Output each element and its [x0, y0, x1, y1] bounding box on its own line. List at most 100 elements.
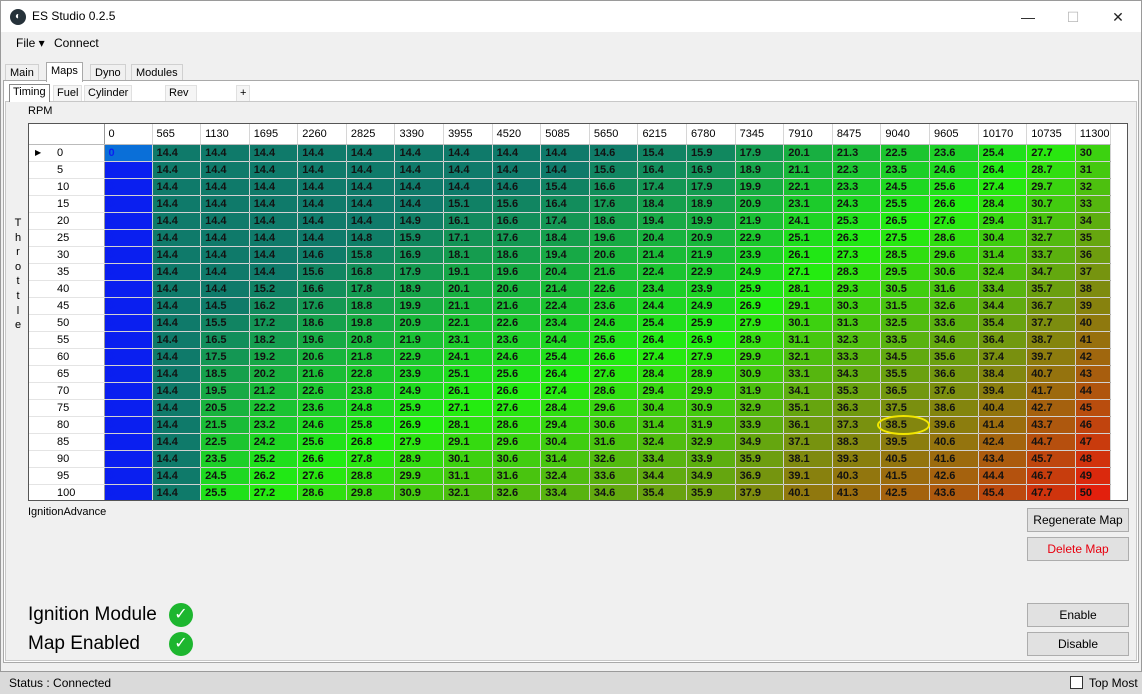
map-cell[interactable]: 30.6: [492, 450, 542, 468]
map-cell[interactable]: 32.7: [1026, 229, 1076, 247]
map-cell[interactable]: 21.6: [492, 297, 542, 315]
map-cell[interactable]: 37.3: [832, 416, 882, 434]
map-cell[interactable]: 15.4: [637, 144, 688, 162]
map-cell[interactable]: 19.5: [200, 382, 250, 400]
map-cell[interactable]: 29.3: [832, 280, 882, 298]
map-cell[interactable]: 21.9: [735, 212, 785, 230]
map-cell[interactable]: 24.1: [443, 348, 493, 366]
tab-dyno[interactable]: Dyno: [90, 64, 126, 81]
map-cell[interactable]: 19.6: [589, 229, 639, 247]
map-cell[interactable]: 19.9: [686, 212, 736, 230]
map-cell[interactable]: 34.7: [1026, 263, 1076, 281]
map-cell[interactable]: 21.6: [589, 263, 639, 281]
map-cell[interactable]: 30.3: [832, 297, 882, 315]
map-cell[interactable]: 14.4: [152, 365, 202, 383]
map-cell[interactable]: 33.7: [1026, 246, 1076, 264]
map-cell[interactable]: 20.6: [492, 280, 542, 298]
map-cell[interactable]: 25.9: [735, 280, 785, 298]
map-cell[interactable]: 23.9: [686, 280, 736, 298]
map-cell[interactable]: 41: [1075, 331, 1111, 349]
map-cell[interactable]: 21.8: [346, 348, 396, 366]
rpm-header-cell[interactable]: 5085: [540, 124, 590, 145]
map-cell[interactable]: 14.4: [200, 178, 250, 196]
map-cell[interactable]: 14.4: [297, 212, 347, 230]
minimize-button[interactable]: —: [1016, 7, 1040, 27]
map-cell[interactable]: 30.4: [540, 433, 590, 451]
map-cell[interactable]: 14.4: [394, 144, 445, 162]
map-cell[interactable]: 34.4: [978, 297, 1028, 315]
map-cell[interactable]: 0: [104, 433, 153, 451]
tab-maps[interactable]: Maps: [46, 62, 83, 82]
map-cell[interactable]: 33.3: [832, 348, 882, 366]
map-cell[interactable]: 33.4: [540, 484, 590, 500]
map-cell[interactable]: 25.1: [443, 365, 493, 383]
map-cell[interactable]: 17.6: [492, 229, 542, 247]
map-cell[interactable]: 14.9: [394, 212, 445, 230]
map-cell[interactable]: 30.6: [589, 416, 639, 434]
map-cell[interactable]: 46.7: [1026, 467, 1076, 485]
map-cell[interactable]: 14.4: [394, 195, 445, 213]
map-cell[interactable]: 48: [1075, 450, 1111, 468]
map-cell[interactable]: 29.4: [637, 382, 688, 400]
map-cell[interactable]: 21.9: [686, 246, 736, 264]
map-cell[interactable]: 41.4: [978, 416, 1028, 434]
map-cell[interactable]: 36.4: [978, 331, 1028, 349]
map-cell[interactable]: 28.1: [443, 416, 493, 434]
map-cell[interactable]: 14.4: [152, 348, 202, 366]
map-cell[interactable]: 18.4: [637, 195, 688, 213]
map-cell[interactable]: 15.4: [540, 178, 590, 196]
map-cell[interactable]: 0: [104, 365, 153, 383]
map-cell[interactable]: 18.6: [589, 212, 639, 230]
map-cell[interactable]: 39.1: [783, 467, 833, 485]
map-cell[interactable]: 14.4: [152, 246, 202, 264]
map-cell[interactable]: 32.9: [686, 433, 736, 451]
map-cell[interactable]: 27.3: [832, 246, 882, 264]
map-cell[interactable]: 37.4: [978, 348, 1028, 366]
map-cell[interactable]: 14.4: [200, 246, 250, 264]
map-cell[interactable]: 49: [1075, 467, 1111, 485]
map-cell[interactable]: 39.6: [929, 416, 979, 434]
map-cell[interactable]: 26.8: [346, 433, 396, 451]
map-cell[interactable]: 28.6: [492, 416, 542, 434]
throttle-header-cell[interactable]: 20: [29, 212, 105, 230]
map-cell[interactable]: 14.4: [249, 246, 299, 264]
map-cell[interactable]: 14.4: [297, 144, 347, 162]
map-cell[interactable]: 41.5: [880, 467, 930, 485]
map-cell[interactable]: 32.4: [637, 433, 688, 451]
map-cell[interactable]: 26.1: [783, 246, 833, 264]
map-cell[interactable]: 26.9: [394, 416, 445, 434]
map-cell[interactable]: 14.4: [200, 144, 250, 162]
map-cell[interactable]: 33.6: [589, 467, 639, 485]
map-cell[interactable]: 32.6: [492, 484, 542, 500]
rpm-header-cell[interactable]: 2260: [297, 124, 347, 145]
map-cell[interactable]: 20.4: [540, 263, 590, 281]
map-cell[interactable]: 25.9: [686, 314, 736, 332]
map-cell[interactable]: 35.7: [1026, 280, 1076, 298]
map-cell[interactable]: 14.4: [152, 212, 202, 230]
map-cell[interactable]: 39.7: [1026, 348, 1076, 366]
map-cell[interactable]: 32.3: [832, 331, 882, 349]
subtab-rev-by-gear[interactable]: Rev by Gear: [165, 85, 198, 129]
map-cell[interactable]: 32.5: [880, 314, 930, 332]
map-cell[interactable]: 21.6: [297, 365, 347, 383]
map-cell[interactable]: 14.4: [394, 178, 445, 196]
map-cell[interactable]: 36.1: [783, 416, 833, 434]
map-cell[interactable]: 25.5: [200, 484, 250, 500]
map-cell[interactable]: 32.4: [978, 263, 1028, 281]
map-cell[interactable]: 42.4: [978, 433, 1028, 451]
maximize-button[interactable]: ☐: [1061, 7, 1085, 27]
map-cell[interactable]: 21.3: [832, 144, 882, 162]
map-cell[interactable]: 31.1: [443, 467, 493, 485]
map-cell[interactable]: 26.4: [978, 161, 1028, 179]
map-cell[interactable]: 38.1: [783, 450, 833, 468]
map-cell[interactable]: 18.6: [297, 314, 347, 332]
map-cell[interactable]: 17.1: [443, 229, 493, 247]
map-cell[interactable]: 45.7: [1026, 450, 1076, 468]
map-cell[interactable]: 31.4: [540, 450, 590, 468]
map-cell[interactable]: 15.9: [394, 229, 445, 247]
map-cell[interactable]: 28.9: [735, 331, 785, 349]
map-cell[interactable]: 19.6: [297, 331, 347, 349]
map-cell[interactable]: 33.6: [929, 314, 979, 332]
map-cell[interactable]: 19.2: [249, 348, 299, 366]
map-cell[interactable]: 30.1: [443, 450, 493, 468]
